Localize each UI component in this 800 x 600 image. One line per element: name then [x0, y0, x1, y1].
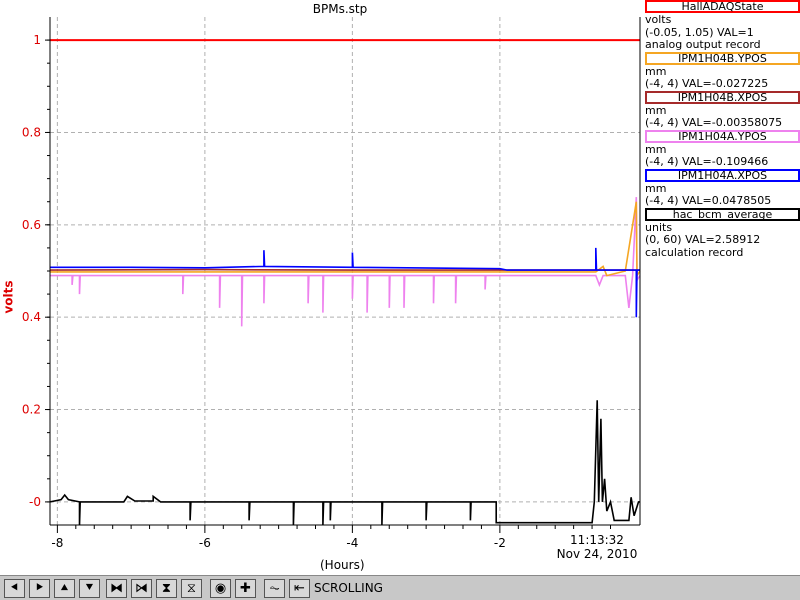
date-value: Nov 24, 2010 — [556, 547, 638, 561]
zoom-out-x-button[interactable]: ⧒ — [131, 579, 152, 598]
y-tick-label: 1 — [33, 33, 41, 47]
mode-status: SCROLLING — [314, 581, 383, 595]
legend-entry-hac_bcm_average[interactable]: hac_bcm_average — [645, 207, 800, 221]
zoom-in-x-button[interactable]: ⧓ — [106, 579, 127, 598]
y-tick-label: 0.4 — [22, 310, 41, 324]
series-line-hac_bcm_average — [49, 400, 640, 526]
legend-detail: (-4, 4) VAL=0.0478505 — [645, 194, 772, 207]
legend-detail: (-4, 4) VAL=-0.109466 — [645, 155, 769, 168]
chart-plot[interactable]: -0 0.2 0.4 0.6 0.8 1 -8 -6 -4 -2 — [0, 0, 645, 575]
legend: HallADAQState volts (-0.05, 1.05) VAL=1 ana… — [645, 0, 800, 259]
legend-entry-IPM1H04A.YPOS[interactable]: IPM1H04A.YPOS — [645, 129, 800, 143]
scroll-button[interactable]: ⏦ — [264, 579, 285, 598]
back-button[interactable]: ⇤ — [289, 579, 310, 598]
legend-entry-IPM1H04B.YPOS[interactable]: IPM1H04B.YPOS — [645, 51, 800, 65]
x-axis-label: (Hours) — [320, 558, 365, 572]
y-tick-label: 0.2 — [22, 403, 41, 417]
legend-detail: calculation record — [645, 245, 744, 259]
legend-detail: analog output record — [645, 38, 761, 51]
legend-entry-IPM1H04B.XPOS[interactable]: IPM1H04B.XPOS — [645, 90, 800, 104]
zoom-in-y-button[interactable]: ⧗ — [156, 579, 177, 598]
legend-detail: (0, 60) VAL=2.58912 — [645, 233, 761, 246]
legend-detail: (-4, 4) VAL=-0.027225 — [645, 77, 769, 90]
series-layer — [49, 39, 641, 526]
grid — [50, 17, 640, 525]
zoom-out-y-button[interactable]: ⧖ — [181, 579, 202, 598]
pan-up-button[interactable]: ⯅ — [54, 579, 75, 598]
legend-entry-IPM1H04A.XPOS[interactable]: IPM1H04A.XPOS — [645, 168, 800, 182]
x-tick-label: -2 — [494, 536, 506, 550]
x-tick-label: -6 — [199, 536, 211, 550]
y-tick-label: 0.6 — [22, 218, 41, 232]
legend-entry-HallADAQState[interactable]: HallADAQState — [645, 0, 800, 13]
x-tick-label: -4 — [346, 536, 358, 550]
time-label: 11:13:32 Nov 24, 2010 — [552, 533, 642, 561]
toolbar: ⯇ ⯈ ⯅ ⯆ ⧓ ⧒ ⧗ ⧖ ◉ ✚ ⏦ ⇤ SCROLLING — [0, 575, 800, 600]
x-tick-label: -8 — [51, 536, 63, 550]
y-tick-label: -0 — [29, 495, 41, 509]
auto-scale-button[interactable]: ◉ — [210, 579, 231, 598]
add-button[interactable]: ✚ — [235, 579, 256, 598]
legend-detail: volts — [645, 13, 672, 26]
series-line-IPM1H04A.XPOS — [50, 247, 640, 318]
series-line-IPM1H04B.YPOS — [50, 201, 641, 279]
time-value: 11:13:32 — [570, 533, 624, 547]
pan-left-button[interactable]: ⯇ — [4, 579, 25, 598]
pan-down-button[interactable]: ⯆ — [79, 579, 100, 598]
axes: -0 0.2 0.4 0.6 0.8 1 -8 -6 -4 -2 — [22, 17, 641, 550]
pan-right-button[interactable]: ⯈ — [29, 579, 50, 598]
legend-detail: (-4, 4) VAL=-0.00358075 — [645, 116, 783, 129]
y-tick-label: 0.8 — [22, 125, 41, 139]
series-line-IPM1H04A.YPOS — [50, 197, 641, 327]
